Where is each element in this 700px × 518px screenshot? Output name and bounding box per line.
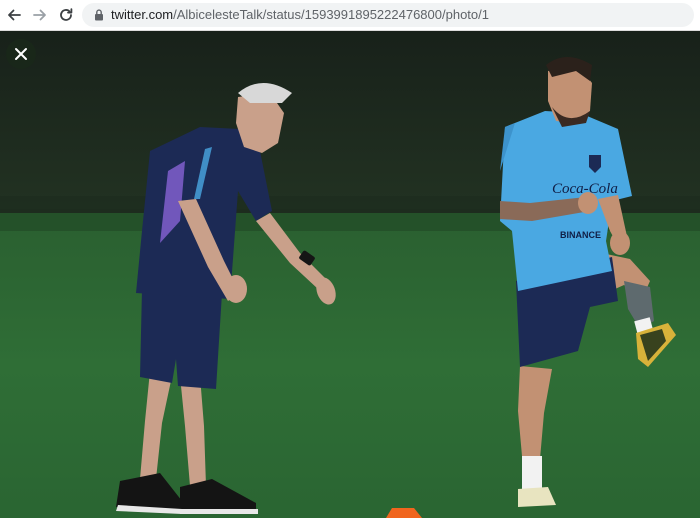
lock-icon: [95, 9, 103, 21]
url-host: twitter.com: [111, 7, 174, 22]
reload-button[interactable]: [56, 5, 76, 25]
browser-toolbar: twitter.com/AlbicelesteTalk/status/15939…: [0, 0, 700, 31]
photo-viewer: Coca-Cola BINANCE: [0, 31, 700, 518]
forward-button[interactable]: [30, 5, 50, 25]
close-icon: [15, 48, 27, 60]
sleeve-sponsor-text: BINANCE: [560, 230, 601, 240]
training-photo: Coca-Cola BINANCE: [0, 31, 700, 518]
back-button[interactable]: [4, 5, 24, 25]
url-text: twitter.com/AlbicelesteTalk/status/15939…: [111, 7, 489, 23]
address-bar[interactable]: twitter.com/AlbicelesteTalk/status/15939…: [82, 3, 694, 27]
forward-arrow-icon: [33, 9, 46, 21]
close-button[interactable]: [6, 39, 36, 69]
url-path: /AlbicelesteTalk/status/1593991895222476…: [173, 7, 489, 22]
reload-icon: [60, 8, 73, 21]
back-arrow-icon: [8, 9, 21, 21]
